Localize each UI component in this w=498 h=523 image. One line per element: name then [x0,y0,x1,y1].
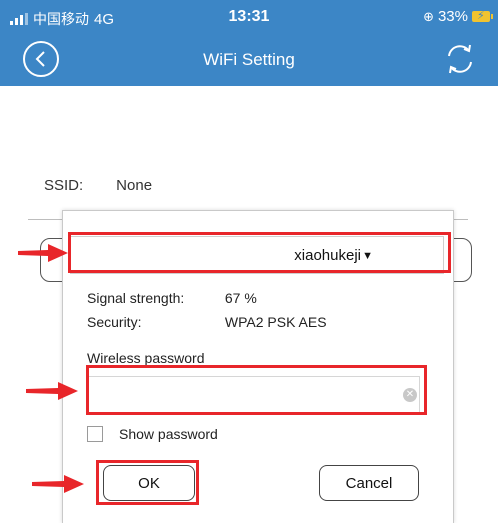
password-label: Wireless password [87,350,205,366]
security-value: WPA2 PSK AES [224,314,327,330]
clear-icon[interactable]: ✕ [403,388,417,402]
signal-strength-row: Signal strength: 67 % [87,290,257,306]
page-title: WiFi Setting [203,50,295,69]
security-label: Security: [87,314,142,330]
show-password-checkbox[interactable] [87,426,103,442]
rotation-lock-icon: ⊕ [423,8,434,24]
ssid-dropdown-value: xiaohukeji [294,247,361,264]
refresh-button[interactable] [442,40,478,78]
status-bar: 中国移动 4G 13:31 ⊕ 33% ⚡ [0,0,498,34]
security-row: Security: WPA2 PSK AES [87,314,327,330]
wifi-dialog: xiaohukeji ▼ Signal strength: 67 % Secur… [62,210,454,523]
nav-bar: WiFi Setting [0,34,498,86]
ssid-value: None [116,177,153,194]
battery-icon: ⚡ [472,10,493,22]
ok-button[interactable]: OK [103,465,195,501]
refresh-icon [448,44,472,74]
ssid-label: SSID: [44,177,84,194]
ssid-dropdown[interactable]: xiaohukeji ▼ [70,236,444,274]
app-header: 中国移动 4G 13:31 ⊕ 33% ⚡ WiFi Setting [0,0,498,86]
battery-percent: 33% [437,8,468,25]
status-right: ⊕ 33% ⚡ [423,8,493,25]
password-input[interactable] [87,376,420,414]
ssid-row: SSID: None [44,177,152,194]
cancel-button[interactable]: Cancel [319,465,419,501]
signal-strength-value: 67 % [224,290,257,306]
signal-strength-label: Signal strength: [87,290,185,306]
show-password-toggle[interactable]: Show password [87,426,218,442]
caret-down-icon: ▼ [362,250,373,262]
show-password-label: Show password [119,426,218,442]
